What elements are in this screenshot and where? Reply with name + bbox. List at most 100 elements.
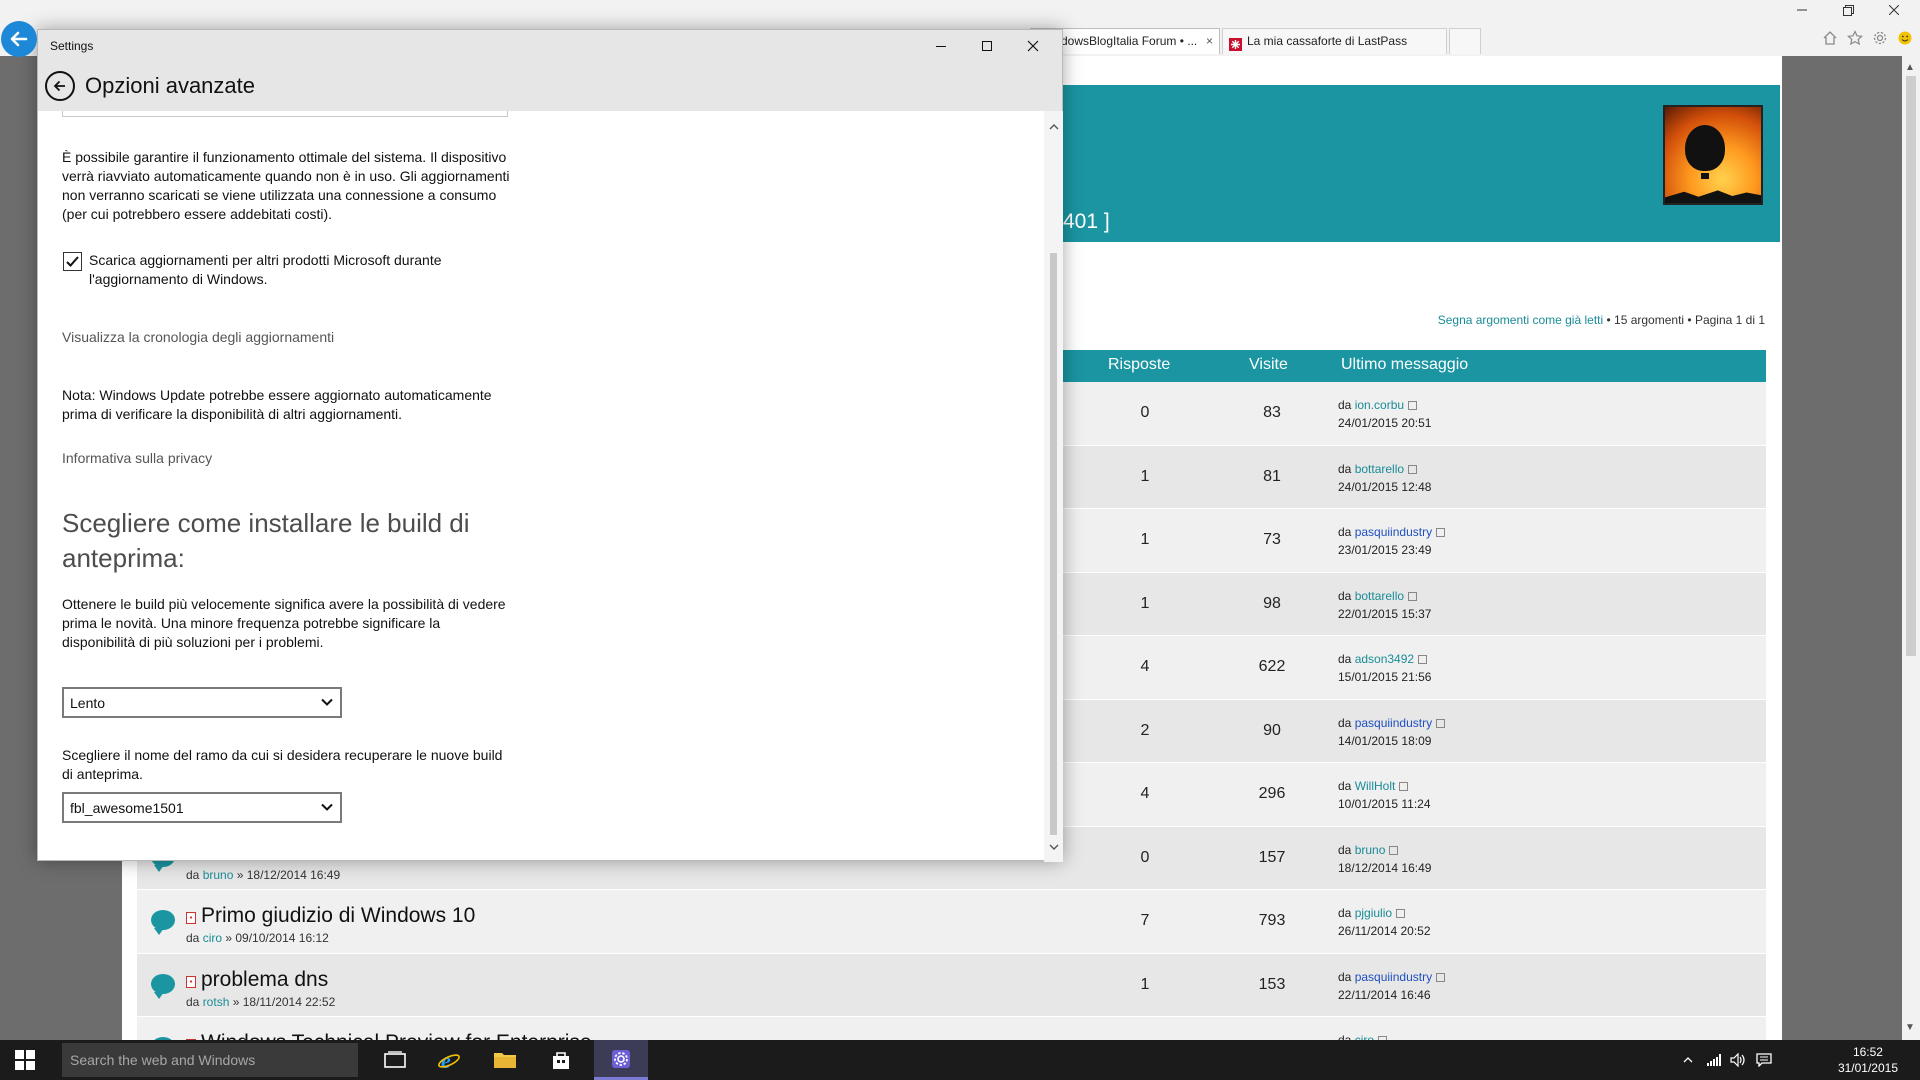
page-scroll-thumb[interactable] — [1906, 76, 1916, 656]
browser-new-tab[interactable] — [1449, 28, 1481, 54]
settings-minimize-button[interactable] — [918, 30, 964, 62]
table-row[interactable]: ▪ problema dns da rotsh » 18/11/2014 22:52… — [137, 953, 1766, 1017]
settings-window-title: Settings — [50, 39, 94, 53]
table-row[interactable]: ▪ Primo giudizio di Windows 10 da ciro » 0… — [137, 890, 1766, 954]
reply-count: 4 — [1140, 785, 1150, 802]
clock[interactable]: 16:52 31/01/2015 — [1838, 1044, 1898, 1076]
topic-title[interactable]: problema dns — [201, 968, 328, 992]
reply-count: 0 — [1140, 404, 1150, 421]
go-to-post-icon[interactable] — [1399, 782, 1409, 791]
partial-input-field[interactable] — [62, 111, 508, 117]
reply-count: 1 — [1140, 594, 1150, 612]
privacy-policy-link[interactable]: Informativa sulla privacy — [62, 450, 212, 466]
last-post-date: 23/01/2015 23:49 — [1338, 543, 1432, 557]
go-to-post-icon[interactable] — [1408, 464, 1418, 474]
last-post-date: 14/01/2015 18:09 — [1338, 733, 1432, 748]
go-to-post-icon[interactable] — [1436, 718, 1446, 728]
go-to-post-icon[interactable] — [1408, 591, 1418, 601]
favorites-star-icon[interactable] — [1845, 28, 1865, 48]
topic-author-prefix: da — [186, 867, 203, 882]
last-post-user[interactable]: pasquiindustry — [1355, 716, 1432, 730]
topic-author-user[interactable]: rotsh — [203, 995, 230, 1009]
last-post-user[interactable]: bruno — [1355, 843, 1386, 857]
go-to-post-icon[interactable] — [1408, 401, 1418, 410]
build-speed-select[interactable]: Lento — [62, 687, 342, 718]
settings-maximize-button[interactable] — [964, 30, 1010, 62]
action-center-icon[interactable] — [1756, 1052, 1772, 1068]
last-post-user[interactable]: bottarello — [1355, 589, 1404, 603]
reply-count: 2 — [1140, 721, 1150, 739]
restart-info-text: È possibile garantire il funzionamento o… — [62, 149, 510, 222]
last-post-user[interactable]: WillHolt — [1355, 779, 1396, 793]
go-to-post-icon[interactable] — [1436, 972, 1446, 982]
topic-author-date: » 18/12/2014 16:49 — [233, 867, 341, 882]
update-history-link[interactable]: Visualizza la cronologia degli aggiornam… — [62, 329, 334, 345]
other-products-checkbox-label[interactable]: Scarica aggiornamenti per altri prodotti… — [89, 251, 509, 289]
last-post-user[interactable]: ion.corbu — [1355, 398, 1404, 412]
other-products-checkbox[interactable] — [63, 252, 82, 271]
settings-close-button[interactable] — [1010, 30, 1056, 62]
topic-author-prefix: da — [186, 931, 203, 945]
settings-titlebar[interactable]: Settings — [38, 30, 1062, 62]
settings-gear-icon[interactable] — [1870, 28, 1890, 48]
scroll-up-icon[interactable]: ▲ — [1905, 62, 1915, 73]
last-post-user[interactable]: pasquiindustry — [1355, 970, 1432, 984]
home-icon[interactable] — [1820, 28, 1840, 48]
last-post: da bottarello 22/01/2015 15:37 — [1338, 587, 1431, 623]
tab-label: dowsBlogItalia Forum • ... — [1061, 34, 1198, 48]
last-post-user[interactable]: adson3492 — [1355, 652, 1414, 666]
store-bag-icon — [553, 1052, 569, 1069]
topic-author: da ciro » 09/10/2014 16:12 — [186, 931, 329, 945]
preview-builds-heading: Scegliere come installare le build di an… — [62, 508, 470, 573]
forum-logo[interactable] — [1663, 105, 1763, 205]
go-to-post-icon[interactable] — [1389, 845, 1399, 855]
preview-builds-description: Ottenere le build più velocemente signif… — [62, 596, 506, 650]
last-post-prefix: da — [1338, 652, 1355, 666]
go-to-post-icon[interactable] — [1418, 655, 1428, 664]
scroll-down-icon[interactable] — [1048, 841, 1060, 853]
last-post-user[interactable]: pasquiindustry — [1355, 525, 1432, 539]
go-to-post-icon[interactable] — [1396, 909, 1406, 918]
show-hidden-icons-icon[interactable] — [1680, 1052, 1696, 1068]
branch-select[interactable]: fbl_awesome1501 — [62, 792, 342, 823]
last-post: da pasquiindustry 14/01/2015 18:09 — [1338, 714, 1446, 750]
settings-scrollbar[interactable] — [1044, 111, 1063, 862]
column-risposte: Risposte — [1108, 356, 1171, 373]
view-count: 81 — [1263, 467, 1281, 485]
last-post-date: 24/01/2015 20:51 — [1338, 416, 1432, 430]
mark-read-link[interactable]: Segna argomenti come già letti — [1438, 313, 1603, 327]
page-scrollbar[interactable]: ▲ ▼ — [1902, 56, 1920, 1040]
reply-count: 1 — [1140, 975, 1150, 993]
last-post-user[interactable]: pjgiulio — [1355, 906, 1392, 920]
topic-new-icon: ▪ — [186, 975, 196, 988]
topic-author-prefix: da — [186, 994, 203, 1009]
store-button[interactable] — [534, 1040, 588, 1080]
topic-title[interactable]: Primo giudizio di Windows 10 — [201, 904, 475, 928]
scroll-up-icon[interactable] — [1048, 121, 1060, 133]
taskbar-search-box[interactable]: Search the web and Windows — [62, 1043, 358, 1077]
settings-back-button[interactable] — [45, 71, 75, 101]
settings-scroll-thumb[interactable] — [1050, 253, 1057, 835]
browser-back-button[interactable] — [1, 21, 37, 57]
go-to-post-icon[interactable] — [1436, 528, 1446, 537]
windows-logo-icon — [15, 1050, 35, 1070]
chevron-down-icon — [321, 698, 333, 706]
settings-app-button[interactable] — [594, 1040, 648, 1080]
start-button[interactable] — [0, 1040, 50, 1080]
browser-tab-lastpass[interactable]: La mia cassaforte di LastPass — [1222, 28, 1447, 54]
browser-restore-button[interactable] — [1836, 2, 1860, 18]
topic-author-user[interactable]: ciro — [203, 931, 222, 945]
internet-explorer-button[interactable]: e — [422, 1040, 476, 1080]
volume-icon[interactable] — [1730, 1052, 1746, 1068]
browser-minimize-button[interactable] — [1790, 2, 1814, 18]
tab-close-icon[interactable]: × — [1206, 29, 1213, 53]
topic-author-user[interactable]: bruno — [203, 868, 234, 882]
last-post-user[interactable]: bottarello — [1355, 462, 1404, 476]
scroll-down-icon[interactable]: ▼ — [1905, 1022, 1915, 1033]
clock-date: 31/01/2015 — [1837, 1061, 1898, 1075]
task-view-button[interactable] — [368, 1040, 422, 1080]
smiley-feedback-icon[interactable] — [1895, 28, 1915, 48]
browser-close-button[interactable] — [1882, 2, 1906, 18]
file-explorer-button[interactable] — [478, 1040, 532, 1080]
network-signal-icon[interactable] — [1706, 1052, 1722, 1068]
